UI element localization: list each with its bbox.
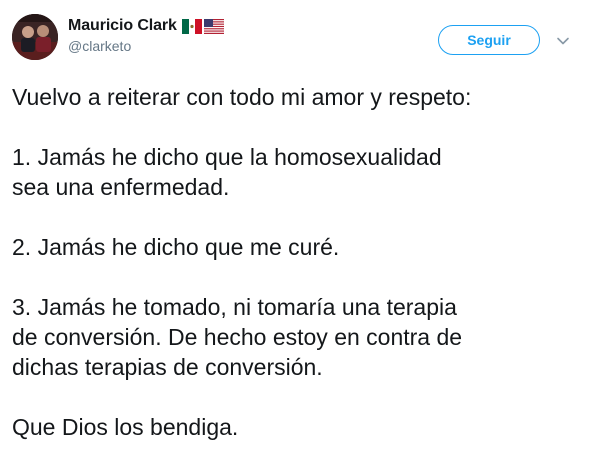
mexico-flag-icon <box>181 18 202 34</box>
usa-flag-icon <box>203 18 224 34</box>
user-handle[interactable]: @clarketo <box>68 38 224 54</box>
tweet-line: sea una enfermedad. <box>12 174 230 200</box>
avatar[interactable] <box>12 14 58 60</box>
tweet-line: dichas terapias de conversión. <box>12 354 323 380</box>
user-info: Mauricio Clark @clarketo <box>68 16 224 54</box>
tweet-paragraph: Que Dios los bendiga. <box>12 412 582 442</box>
tweet-paragraph: 3. Jamás he tomado, ni tomaría una terap… <box>12 292 582 382</box>
tweet-line: 3. Jamás he tomado, ni tomaría una terap… <box>12 294 457 320</box>
tweet-line: 2. Jamás he dicho que me curé. <box>12 234 340 260</box>
tweet-paragraph: 2. Jamás he dicho que me curé. <box>12 232 582 262</box>
tweet-line: de conversión. De hecho estoy en contra … <box>12 324 463 350</box>
follow-button[interactable]: Seguir <box>438 25 540 55</box>
tweet-line: Que Dios los bendiga. <box>12 414 239 440</box>
tweet-paragraph: 1. Jamás he dicho que la homosexualidad … <box>12 142 582 202</box>
tweet-line: Vuelvo a reiterar con todo mi amor y res… <box>12 84 472 110</box>
display-name[interactable]: Mauricio Clark <box>68 17 177 35</box>
display-name-row: Mauricio Clark <box>68 16 224 36</box>
chevron-down-icon[interactable] <box>556 34 570 48</box>
tweet-header: Mauricio Clark @clarketo Seguir <box>0 0 592 70</box>
tweet-line: 1. Jamás he dicho que la homosexualidad <box>12 144 442 170</box>
tweet-text: Vuelvo a reiterar con todo mi amor y res… <box>12 82 582 442</box>
tweet-paragraph: Vuelvo a reiterar con todo mi amor y res… <box>12 82 582 112</box>
avatar-image <box>12 14 58 60</box>
